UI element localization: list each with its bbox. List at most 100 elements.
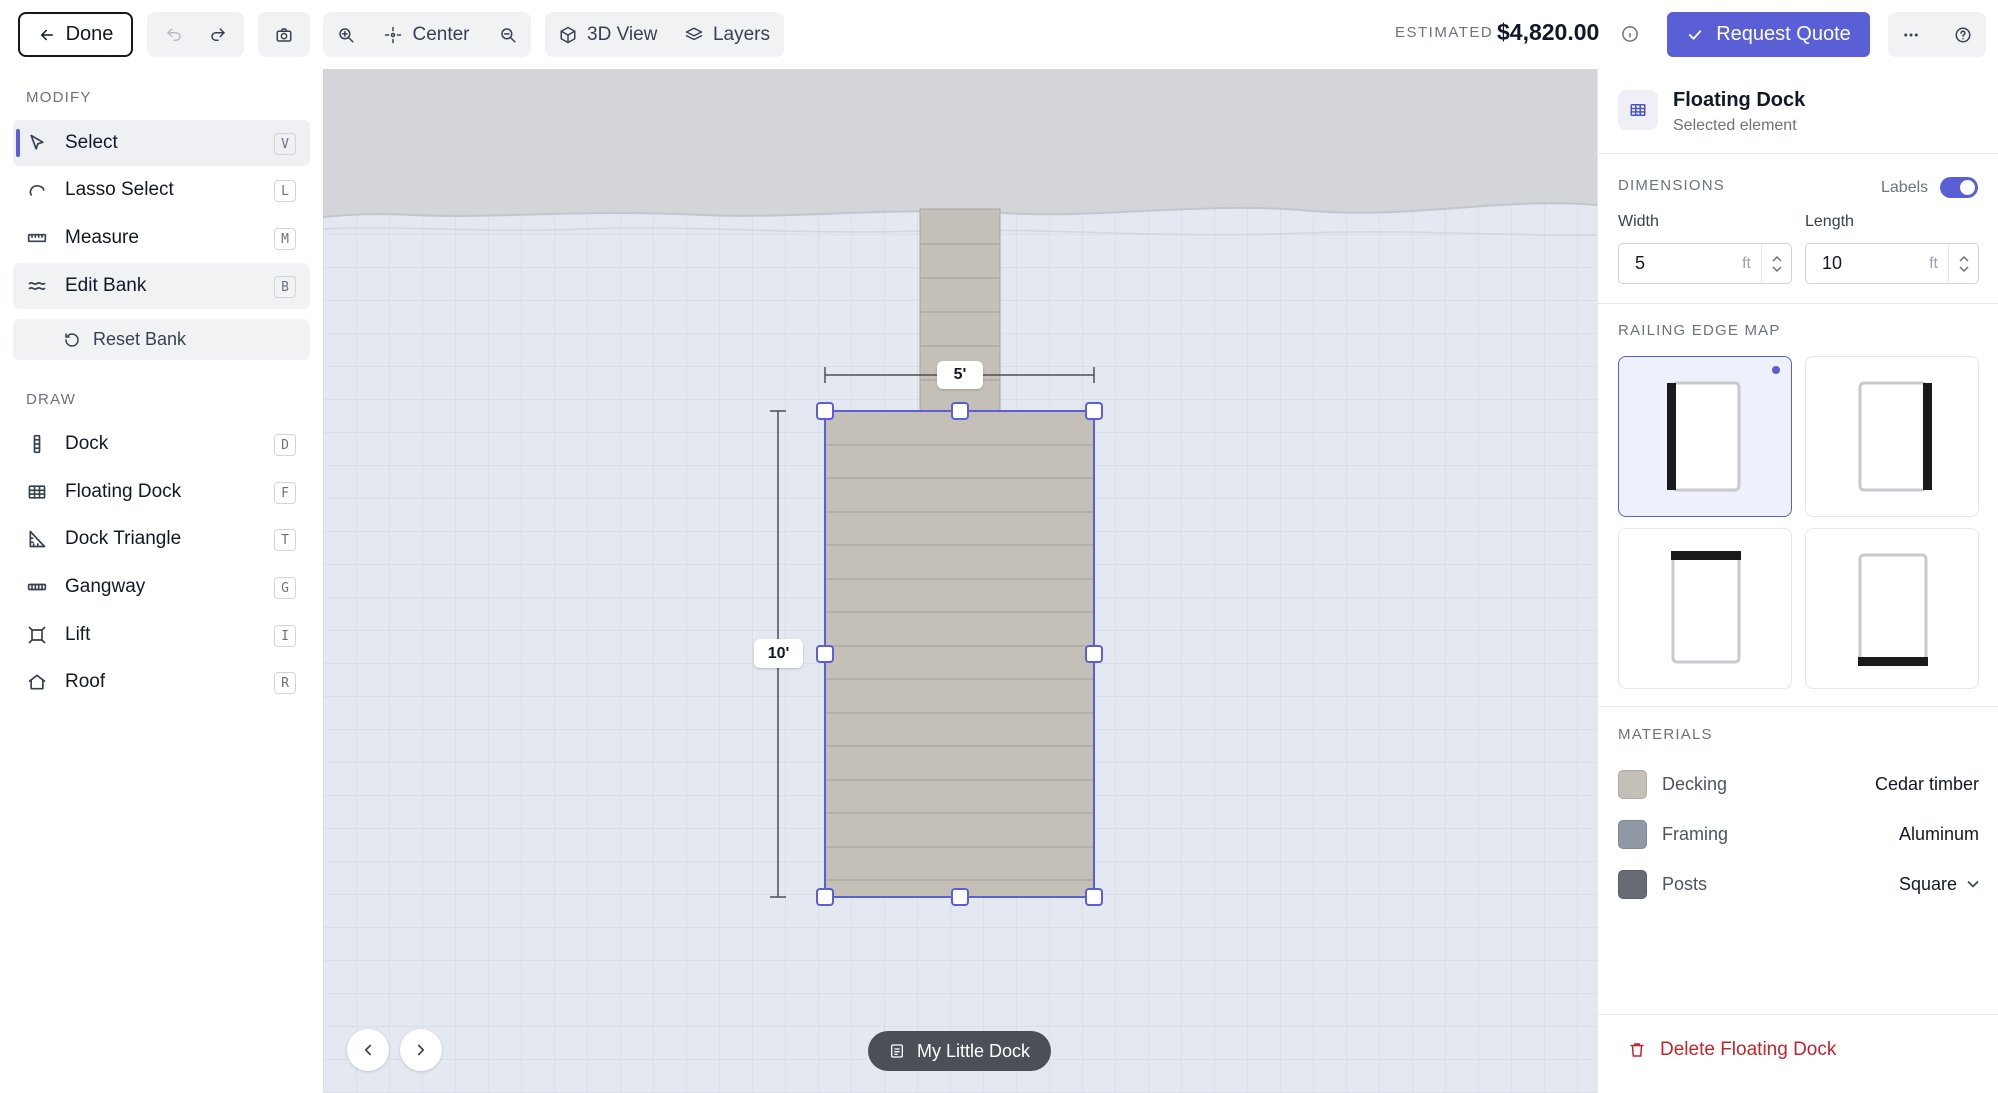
dock-icon — [33, 434, 41, 454]
properties-panel: Floating Dock Selected element DIMENSION… — [1597, 69, 1998, 1093]
length-unit: ft — [1929, 254, 1938, 272]
redo-icon[interactable] — [209, 26, 227, 44]
material-value-text: Square — [1898, 873, 1957, 894]
material-value: Cedar timber — [1875, 774, 1979, 795]
width-stepper[interactable] — [1761, 244, 1791, 283]
tool-sidebar: MODIFY Select V Lasso Select L Measure M… — [0, 69, 323, 1093]
railing-section-label: RAILING EDGE MAP — [1618, 322, 1781, 339]
tool-lift[interactable]: Lift I — [13, 612, 310, 658]
tool-measure[interactable]: Measure M — [13, 215, 310, 261]
length-stepper[interactable] — [1948, 244, 1978, 283]
design-canvas[interactable]: 5' 10' My Little Dock — [323, 69, 1597, 1093]
zoom-out-icon[interactable] — [499, 26, 517, 44]
posts-select[interactable]: Square — [1899, 874, 1979, 895]
chevron-up-icon[interactable] — [1958, 255, 1969, 262]
material-name: Framing — [1662, 823, 1729, 844]
labels-toggle[interactable]: Labels — [1881, 177, 1979, 198]
active-indicator — [16, 129, 20, 157]
chevron-down-icon[interactable] — [1958, 265, 1969, 273]
camera-icon — [276, 27, 292, 42]
request-quote-label: Request Quote — [1716, 23, 1851, 45]
roof-icon — [28, 674, 46, 690]
material-row-framing[interactable]: Framing Aluminum — [1618, 819, 1979, 849]
toggle-switch[interactable] — [1940, 177, 1979, 198]
chevron-down-icon[interactable] — [1771, 265, 1782, 273]
center-button[interactable]: Center — [384, 24, 470, 46]
tool-label: Lasso Select — [65, 179, 174, 200]
tool-lasso-select[interactable]: Lasso Select L — [13, 167, 310, 213]
undo-icon[interactable] — [165, 26, 183, 44]
delete-label: Delete Floating Dock — [1660, 1039, 1837, 1060]
tool-label: Dock Triangle — [65, 528, 182, 549]
view-group: 3D View Layers — [545, 12, 784, 57]
info-icon[interactable] — [1620, 24, 1640, 44]
screenshot-button[interactable] — [258, 12, 310, 57]
material-row-decking[interactable]: Decking Cedar timber — [1618, 769, 1979, 799]
shortcut-key: L — [274, 180, 296, 202]
triangle-ruler-icon — [29, 530, 46, 548]
width-dimension-label[interactable]: 5' — [937, 361, 983, 389]
tool-label: Lift — [65, 624, 91, 645]
previous-button[interactable] — [347, 1029, 389, 1071]
floating-dock[interactable] — [824, 410, 1095, 898]
width-field[interactable]: 5 ft — [1618, 243, 1792, 284]
width-value[interactable]: 5 — [1635, 253, 1742, 274]
decking-swatch — [1618, 769, 1647, 799]
divider — [1598, 1014, 1998, 1015]
3d-view-label: 3D View — [587, 23, 658, 45]
crosshair-icon — [385, 26, 402, 43]
shortcut-key: F — [274, 482, 296, 504]
panel-subtitle: Selected element — [1673, 117, 1797, 134]
help-icon[interactable] — [1954, 26, 1972, 44]
railing-option-bottom[interactable] — [1805, 528, 1979, 689]
tool-roof[interactable]: Roof R — [13, 659, 310, 705]
chevron-down-icon — [1967, 880, 1979, 888]
panel-title: Floating Dock — [1673, 89, 1806, 111]
tool-select[interactable]: Select V — [13, 120, 310, 166]
request-quote-button[interactable]: Request Quote — [1667, 12, 1870, 57]
length-field[interactable]: 10 ft — [1805, 243, 1979, 284]
element-icon-box — [1618, 90, 1658, 130]
shortcut-key: R — [274, 672, 296, 694]
toggle-knob — [1960, 180, 1976, 195]
bank-shape — [323, 69, 1597, 217]
next-button[interactable] — [400, 1029, 442, 1071]
draw-section-label: DRAW — [26, 391, 77, 408]
shortcut-key: D — [274, 434, 296, 456]
railing-bottom-diagram — [1858, 553, 1928, 666]
tool-label: Select — [65, 132, 118, 153]
more-icon[interactable] — [1902, 26, 1920, 44]
waves-icon — [28, 281, 46, 291]
tool-dock-triangle[interactable]: Dock Triangle T — [13, 516, 310, 562]
tool-dock[interactable]: Dock D — [13, 421, 310, 467]
length-dimension-label[interactable]: 10' — [754, 639, 803, 668]
arrow-left-icon — [40, 29, 53, 40]
length-value[interactable]: 10 — [1822, 253, 1929, 274]
railing-option-top[interactable] — [1618, 528, 1792, 689]
layers-button[interactable]: Layers — [685, 24, 770, 46]
delete-floating-dock-button[interactable]: Delete Floating Dock — [1628, 1039, 1836, 1061]
zoom-in-icon[interactable] — [337, 26, 355, 44]
estimated-label: ESTIMATED — [1395, 24, 1494, 41]
project-name-pill[interactable]: My Little Dock — [868, 1031, 1051, 1071]
materials-section-label: MATERIALS — [1618, 726, 1713, 743]
framing-swatch — [1618, 819, 1647, 849]
document-icon — [890, 1044, 903, 1058]
material-row-posts[interactable]: Posts Square — [1618, 869, 1979, 899]
chevron-up-icon[interactable] — [1771, 255, 1782, 262]
3d-view-button[interactable]: 3D View — [559, 24, 657, 46]
tool-floating-dock[interactable]: Floating Dock F — [13, 469, 310, 515]
done-button[interactable]: Done — [18, 12, 133, 57]
railing-option-right[interactable] — [1805, 356, 1979, 517]
shortcut-key: G — [274, 577, 296, 599]
tool-edit-bank[interactable]: Edit Bank B — [13, 263, 310, 309]
grid-icon — [28, 485, 46, 499]
reset-icon — [65, 332, 79, 347]
tool-gangway[interactable]: Gangway G — [13, 564, 310, 610]
check-icon — [1689, 29, 1702, 40]
tool-label: Dock — [65, 433, 109, 454]
divider — [1598, 706, 1998, 707]
reset-bank-button[interactable]: Reset Bank — [13, 319, 310, 360]
railing-option-left[interactable] — [1618, 356, 1792, 517]
more-help-group — [1888, 12, 1986, 57]
